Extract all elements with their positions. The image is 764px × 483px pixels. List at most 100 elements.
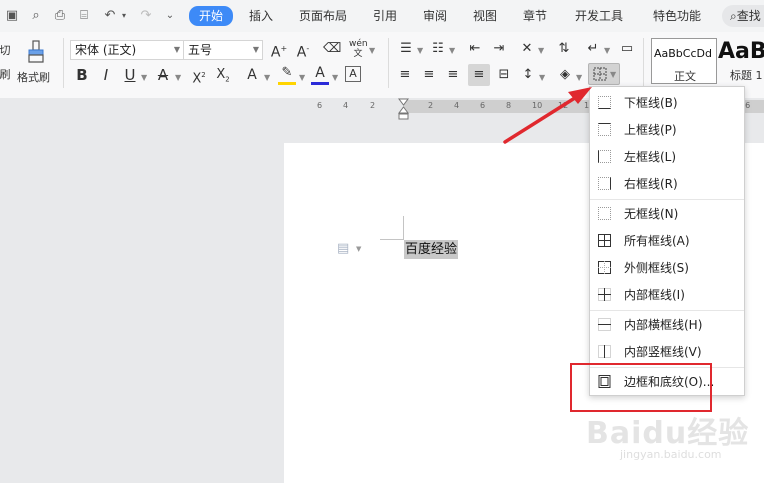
chinese-layout-icon[interactable]: ✕	[518, 40, 536, 58]
show-marks-icon[interactable]: ↵	[584, 40, 602, 58]
tab-view[interactable]: 视图	[473, 7, 497, 25]
justify-icon[interactable]: ≡	[468, 64, 490, 86]
align-right-icon[interactable]: ≡	[444, 66, 462, 84]
ribbon-separator	[63, 38, 64, 88]
menu-item-label: 上框线(P)	[624, 123, 677, 137]
chevron-down-icon[interactable]: ▼	[264, 73, 270, 82]
text-box-icon[interactable]: ▭	[618, 40, 636, 58]
superscript-icon[interactable]: X2	[190, 66, 208, 86]
search-box[interactable]: ⌕查找	[722, 5, 764, 27]
save-icon[interactable]: ▣	[4, 8, 20, 24]
tab-chapter[interactable]: 章节	[523, 7, 547, 25]
menu-item-inside-vertical[interactable]: 内部竖框线(V)	[590, 339, 744, 365]
shading-icon[interactable]: ◈	[556, 66, 574, 84]
selected-text[interactable]: 百度经验	[404, 240, 459, 259]
font-size-value: 五号	[188, 43, 213, 57]
menu-item-top-border[interactable]: 上框线(P)	[590, 117, 744, 143]
menu-item-label: 内部横框线(H)	[624, 318, 703, 332]
format-icon[interactable]: ⌕	[28, 8, 44, 24]
ruler-number: 4	[454, 101, 460, 110]
char-border-icon[interactable]: A	[345, 66, 361, 82]
grow-font-icon[interactable]: A+	[270, 40, 288, 61]
strikethrough-icon[interactable]: A	[154, 66, 172, 84]
tab-home[interactable]: 开始	[189, 6, 234, 26]
clear-format-icon[interactable]: ⌫	[323, 40, 341, 58]
bullet-list-icon[interactable]: ☰	[397, 40, 415, 58]
ruby-icon[interactable]: wén 文	[349, 39, 368, 59]
style-normal-label: 正文	[674, 70, 696, 83]
copy-icon[interactable]: 切	[0, 42, 14, 60]
tab-insert[interactable]: 插入	[249, 7, 273, 25]
format-painter-button[interactable]: 格式刷	[17, 38, 55, 86]
ruler-number: 8	[506, 101, 512, 110]
chevron-down-icon[interactable]: ▼	[141, 73, 147, 82]
menu-item-bottom-border[interactable]: 下框线(B)	[590, 90, 744, 116]
ruler-number: 4	[343, 101, 349, 110]
numbered-list-icon[interactable]: ☷	[429, 40, 447, 58]
chevron-down-icon[interactable]: ▼	[417, 46, 423, 55]
subscript-icon[interactable]: X2	[214, 66, 232, 84]
right-border-icon	[598, 177, 611, 190]
customize-toolbar-icon[interactable]: ⌄	[162, 8, 178, 24]
undo-dropdown-icon[interactable]: ▾	[116, 8, 132, 24]
distribute-icon[interactable]: ⊟	[495, 66, 513, 84]
font-color-icon[interactable]: A	[311, 64, 329, 82]
font-color-bar	[311, 82, 329, 85]
menu-item-no-border[interactable]: 无框线(N)	[590, 201, 744, 227]
chevron-down-icon[interactable]: ▼	[538, 46, 544, 55]
style-heading-1[interactable]: AaB 标题 1	[716, 38, 764, 84]
chevron-down-icon: ▼	[252, 45, 259, 54]
tab-developer[interactable]: 开发工具	[575, 7, 623, 25]
print-preview-icon[interactable]: ⌸	[76, 8, 92, 24]
shrink-font-icon[interactable]: A-	[294, 40, 312, 61]
menu-item-inside-horizontal[interactable]: 内部横框线(H)	[590, 312, 744, 338]
chevron-down-icon[interactable]: ▼	[356, 245, 361, 253]
watermark-logo: Baidu经验	[586, 416, 750, 451]
sort-icon[interactable]: ⇅	[555, 40, 573, 58]
tab-page-layout[interactable]: 页面布局	[299, 7, 347, 25]
line-spacing-icon[interactable]: ↕	[519, 66, 537, 84]
increase-indent-icon[interactable]: ⇥	[490, 40, 508, 58]
menu-item-outside-borders[interactable]: 外侧框线(S)	[590, 255, 744, 281]
menu-item-left-border[interactable]: 左框线(L)	[590, 144, 744, 170]
all-borders-icon	[598, 234, 611, 247]
menu-item-inside-borders[interactable]: 内部框线(I)	[590, 282, 744, 308]
border-icon	[593, 67, 607, 81]
tab-review[interactable]: 审阅	[423, 7, 447, 25]
indent-marker-icon[interactable]	[398, 98, 409, 120]
chevron-down-icon: ▼	[173, 45, 180, 54]
menu-separator	[590, 310, 744, 311]
tab-references[interactable]: 引用	[373, 7, 397, 25]
align-center-icon[interactable]: ≡	[420, 66, 438, 84]
underline-icon[interactable]: U	[121, 66, 139, 84]
tab-features[interactable]: 特色功能	[653, 7, 701, 25]
chevron-down-icon[interactable]: ▼	[576, 73, 582, 82]
border-button[interactable]: ▼	[588, 63, 620, 85]
text-effect-icon[interactable]: A	[243, 66, 261, 84]
paragraph-layout-icon[interactable]: ▤	[337, 241, 349, 256]
font-name-select[interactable]: 宋体 (正文) ▼	[70, 40, 184, 60]
highlight-icon[interactable]: ✎	[278, 64, 296, 82]
chevron-down-icon[interactable]: ▼	[539, 73, 545, 82]
chevron-down-icon[interactable]: ▼	[369, 46, 375, 55]
bottom-border-icon	[598, 96, 611, 109]
cut-icon[interactable]: 刷	[0, 66, 14, 84]
italic-icon[interactable]: I	[97, 66, 115, 84]
menu-item-right-border[interactable]: 右框线(R)	[590, 171, 744, 197]
menu-item-all-borders[interactable]: 所有框线(A)	[590, 228, 744, 254]
decrease-indent-icon[interactable]: ⇤	[466, 40, 484, 58]
bold-icon[interactable]: B	[73, 66, 91, 84]
print-icon[interactable]: ⎙	[52, 8, 68, 24]
chevron-down-icon[interactable]: ▼	[332, 73, 338, 82]
chevron-down-icon[interactable]: ▼	[604, 46, 610, 55]
menu-item-label: 无框线(N)	[624, 207, 679, 221]
ruler-number: 2	[428, 101, 434, 110]
align-left-icon[interactable]: ≡	[396, 66, 414, 84]
chevron-down-icon[interactable]: ▼	[449, 46, 455, 55]
redo-icon[interactable]: ↷	[138, 8, 154, 24]
style-normal[interactable]: AaBbCcDd 正文	[651, 38, 717, 84]
chevron-down-icon[interactable]: ▼	[175, 73, 181, 82]
ruler-number: 12	[558, 101, 569, 110]
font-size-select[interactable]: 五号 ▼	[183, 40, 263, 60]
chevron-down-icon[interactable]: ▼	[299, 73, 305, 82]
